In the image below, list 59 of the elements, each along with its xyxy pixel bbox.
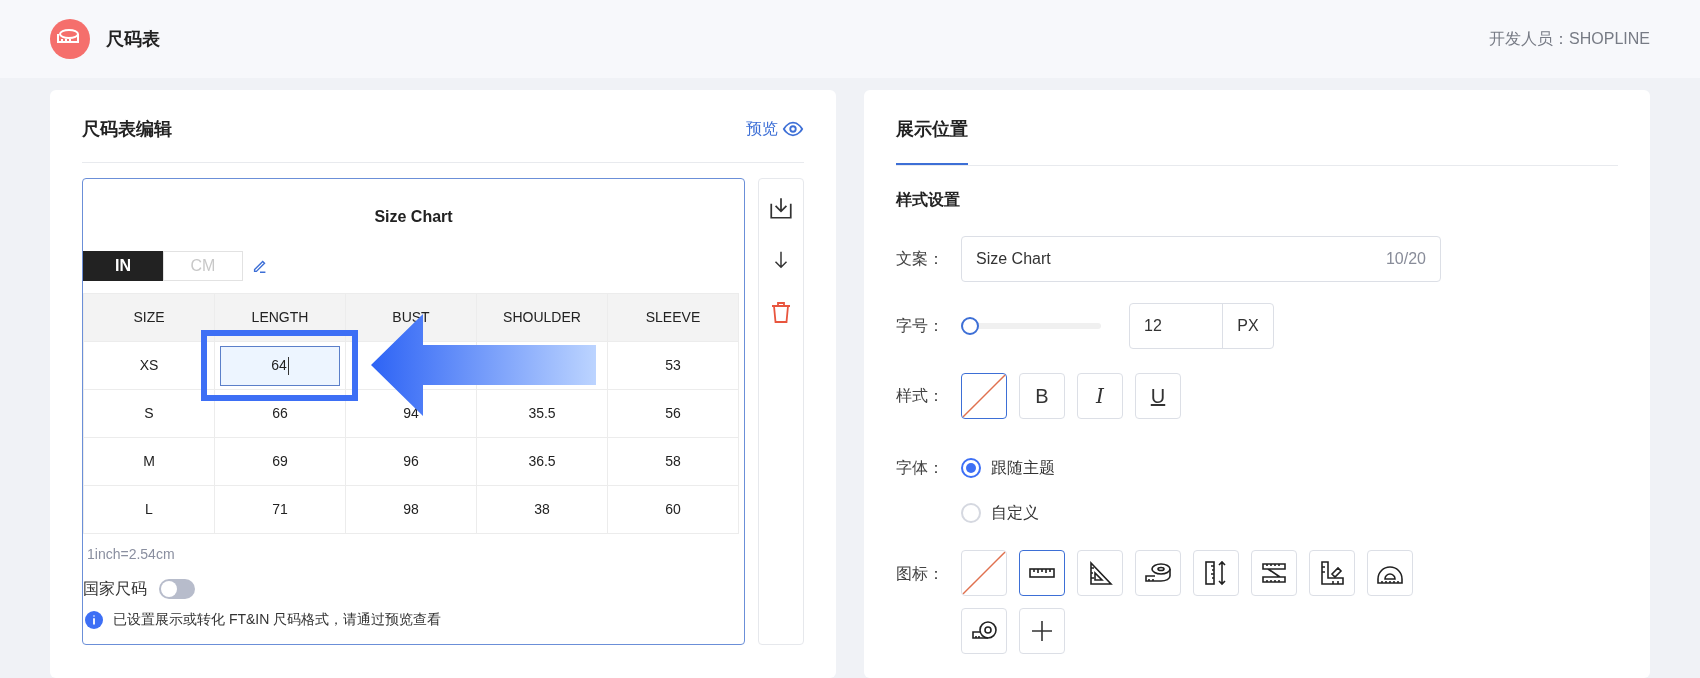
preview-link[interactable]: 预览: [746, 117, 804, 141]
unit-tab[interactable]: IN: [83, 251, 163, 281]
chart-title: Size Chart: [373, 207, 454, 227]
info-message: 已设置展示或转化 FT&IN 尺码格式，请通过预览查看: [113, 610, 442, 629]
unit-note: 1inch=2.54cm: [86, 545, 176, 564]
table-cell: L: [84, 486, 215, 534]
italic-button[interactable]: I: [1077, 373, 1123, 419]
text-field[interactable]: Size Chart 10/20: [961, 236, 1441, 282]
radio-label: 跟随主题: [991, 458, 1055, 478]
table-cell: 71: [215, 486, 346, 534]
underline-button[interactable]: U: [1135, 373, 1181, 419]
bold-button[interactable]: B: [1019, 373, 1065, 419]
table-cell: 58: [608, 438, 739, 486]
table-cell: 38: [477, 486, 608, 534]
section-title: 样式设置: [896, 190, 961, 210]
table-cell: 69: [215, 438, 346, 486]
font-size-field[interactable]: 12: [1130, 304, 1223, 348]
icon-option[interactable]: [1019, 550, 1065, 596]
field-label: 字号：: [896, 316, 945, 336]
developer-label: 开发人员：SHOPLINE: [1489, 29, 1650, 49]
column-header: SHOULDER: [477, 294, 608, 342]
tape-measure-logo-icon: [50, 19, 90, 59]
trash-icon[interactable]: [769, 299, 793, 325]
import-icon[interactable]: [768, 195, 794, 221]
table-cell: 36.5: [477, 438, 608, 486]
field-label: 文案：: [896, 249, 945, 269]
national-size-switch[interactable]: [159, 579, 195, 599]
app-title: 尺码表: [106, 27, 160, 51]
table-cell: 66: [215, 390, 346, 438]
table-cell: 53: [608, 342, 739, 390]
arrow-icon: [371, 314, 596, 416]
table-cell: 35.5: [477, 390, 608, 438]
table-cell: 98: [346, 486, 477, 534]
field-label: 图标：: [896, 564, 945, 584]
radio-button[interactable]: [961, 458, 981, 478]
square-ruler-icon: [1318, 559, 1346, 587]
field-label: 字体：: [896, 458, 945, 478]
table-cell: 60: [608, 486, 739, 534]
radio-label: 自定义: [991, 503, 1039, 523]
table-cell: 56: [608, 390, 739, 438]
column-header: SLEEVE: [608, 294, 739, 342]
unit-label: PX: [1236, 316, 1260, 336]
cell-input[interactable]: 64: [220, 345, 340, 386]
field-label: 样式：: [896, 386, 945, 406]
no-style-button[interactable]: [961, 373, 1007, 419]
character-counter: 10/20: [1385, 249, 1426, 269]
settings-tab[interactable]: 展示位置: [896, 116, 968, 165]
none-icon: [962, 374, 1006, 418]
table-cell: M: [84, 438, 215, 486]
card-title: 尺码表编辑: [82, 117, 172, 141]
slider-thumb[interactable]: [961, 317, 979, 335]
table-cell: 96: [346, 438, 477, 486]
national-size-label: 国家尺码: [83, 579, 147, 599]
table-cell: S: [84, 390, 215, 438]
info-icon: [85, 610, 103, 629]
none-icon: [962, 551, 1006, 595]
column-header: SIZE: [84, 294, 215, 342]
table-cell: XS: [84, 342, 215, 390]
slider[interactable]: [961, 317, 1101, 335]
